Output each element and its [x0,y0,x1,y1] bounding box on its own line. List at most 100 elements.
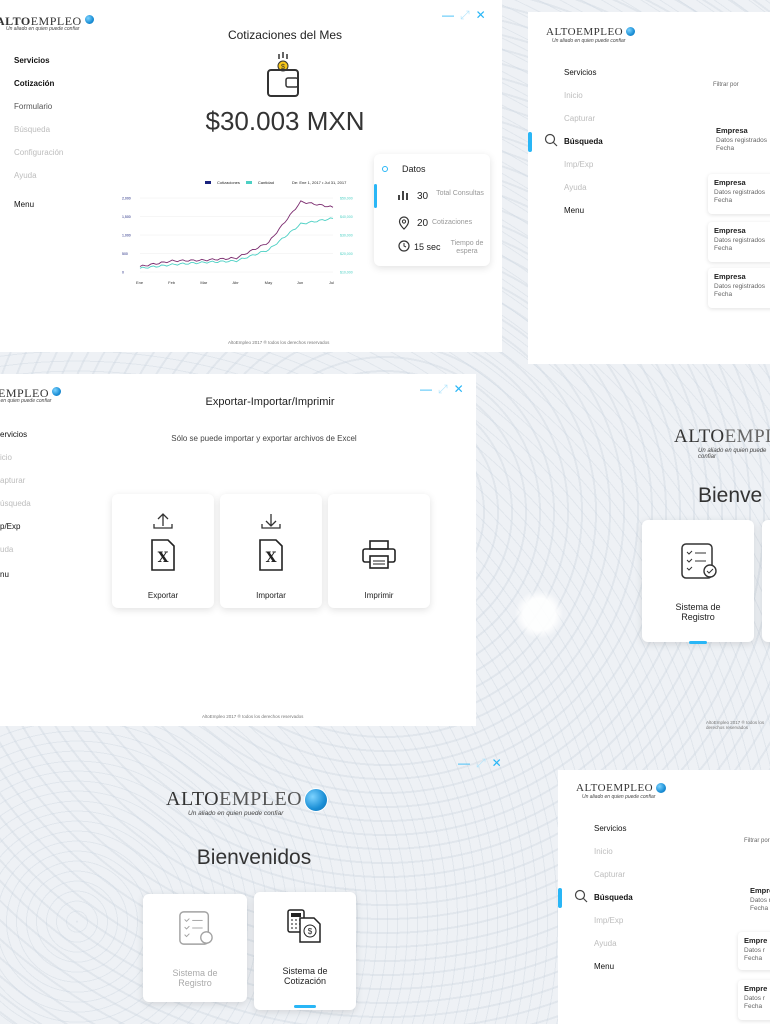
nav-ayuda[interactable]: Ayuda [594,939,633,948]
datos-card: Datos 30 Total Consultas 20 Cotizaciones… [374,154,490,266]
nav-busqueda[interactable]: úsqueda [0,499,31,508]
minimize-button[interactable]: — [420,382,432,397]
y-tick-label: 0 [122,271,124,275]
welcome-title: Bienve [698,484,763,507]
result-card[interactable]: Empresa Datos registrados Fecha [710,122,770,162]
nav-impexp[interactable]: p/Exp [0,522,31,531]
window-controls: — ⤢ ✕ [420,382,464,397]
y-tick-label: 1,500 [122,215,131,219]
print-card[interactable]: Imprimir [328,494,430,608]
nav-capturar[interactable]: apturar [0,476,31,485]
wallet-icon: $ [267,52,299,97]
cotizacion-window: ALTO EMPLEO Un aliado en quien puede conf… [0,0,502,352]
active-indicator [528,132,532,152]
nav-busqueda[interactable]: Búsqueda [594,893,633,902]
sidebar-nav: Servicios Inicio Capturar Búsqueda Imp/E… [564,68,603,229]
cotizacion-card-partial[interactable] [762,520,770,642]
welcome-title: Bienvenidos [196,846,312,869]
nav-ayuda[interactable]: Ayuda [14,171,63,180]
maximize-button[interactable]: ⤢ [438,382,448,397]
checklist-icon [179,911,213,945]
cotizacion-card[interactable]: $ Sistema de Cotización [254,892,356,1010]
calculator-invoice-icon: $ [287,909,321,943]
close-button[interactable]: ✕ [454,382,464,397]
nav-menu[interactable]: Menu [564,206,603,215]
nav-configuracion[interactable]: Configuración [14,148,63,157]
checklist-icon [681,543,717,579]
result-card[interactable]: Empre Datos r Fecha [738,980,770,1020]
line-chart: 2,000 1,500 1,000 500 0 $50,000 $40,000 $30,000… [122,197,353,286]
nav-inicio[interactable]: Inicio [594,847,633,856]
active-indicator [689,641,707,644]
nav-ayuda[interactable]: Ayuda [564,183,603,192]
location-pin-icon [398,216,410,230]
nav-servicios[interactable]: Servicios [564,68,603,77]
nav-busqueda[interactable]: Búsqueda [564,137,603,146]
nav-inicio[interactable]: icio [0,453,31,462]
logo: ALTOEMPLEO [576,782,668,794]
footer: AltoEmpleo 2017 ® todos los derechos res… [228,340,330,345]
info-note: Sólo se puede importar y exportar archiv… [171,434,357,443]
filter-label[interactable]: Filtrar por [713,82,739,88]
active-indicator [558,888,562,908]
registro-card[interactable]: Sistema de Registro [143,894,247,1002]
filter-label[interactable]: Filtrar por [744,838,770,844]
result-card[interactable]: Empre Datos r Fecha [744,882,770,922]
y-tick-label: 500 [122,252,128,256]
x-tick-label: Jul [329,280,334,285]
download-icon [261,514,281,529]
page-title: Exportar-Importar/Imprimir [205,396,335,408]
maximize-button[interactable]: ⤢ [476,756,486,771]
total-amount: $30.003 MXN [205,106,365,136]
close-button[interactable]: ✕ [476,8,486,23]
minimize-button[interactable]: — [458,756,470,771]
nav-menu[interactable]: nu [0,570,31,579]
y-right-tick-label: $20,000 [340,252,353,256]
result-card[interactable]: Empresa Datos registrados Fecha [708,222,770,262]
nav-ayuda[interactable]: uda [0,545,31,554]
clock-icon [398,240,410,252]
page-title: Cotizaciones del Mes [227,28,343,42]
result-card[interactable]: Empresa Datos registrados Fecha [708,268,770,308]
svg-text:X: X [158,550,169,566]
x-tick-label: Jun [297,280,303,285]
nav-cotizacion[interactable]: Cotización [14,79,63,88]
maximize-button[interactable]: ⤢ [460,8,470,23]
nav-servicios[interactable]: Servicios [594,824,633,833]
excel-file-icon: X [259,539,283,571]
nav-servicios[interactable]: Servicios [14,56,63,65]
footer: AltoEmpleo 2017 ® todos los derechos res… [202,714,304,719]
import-card[interactable]: X Importar [220,494,322,608]
nav-impexp[interactable]: Imp/Exp [594,916,633,925]
nav-impexp[interactable]: Imp/Exp [564,160,603,169]
nav-menu[interactable]: Menu [594,962,633,971]
y-tick-label: 2,000 [122,197,131,201]
nav-menu[interactable]: Menu [14,200,63,209]
y-right-tick-label: $30,000 [340,234,353,238]
export-card[interactable]: X Exportar [112,494,214,608]
search-icon [544,133,558,147]
result-card[interactable]: Empre Datos r Fecha [738,932,770,970]
nav-capturar[interactable]: Capturar [564,114,603,123]
logo: ALTOEMPLEO [674,426,770,447]
close-button[interactable]: ✕ [492,756,502,771]
active-indicator [294,1005,316,1008]
svg-text:X: X [266,550,277,566]
nav-inicio[interactable]: Inicio [564,91,603,100]
printer-icon [362,540,396,569]
minimize-button[interactable]: — [442,8,454,23]
export-window: EMPLEO Un aliado en quien puede confiar … [0,374,476,726]
registro-card[interactable]: Sistema de Registro [642,520,754,644]
excel-file-icon: X [151,539,175,571]
busqueda-window: ALTO EMPLEO Un aliado en quien puede conf… [528,12,770,364]
window-controls: — ⤢ ✕ [458,756,502,771]
x-tick-label: Abr [233,280,240,285]
result-card[interactable]: Empresa Datos registrados Fecha [708,174,770,214]
nav-servicios[interactable]: ervicios [0,430,31,439]
nav-capturar[interactable]: Capturar [594,870,633,879]
logo: ALTOEMPLEO [546,26,637,38]
logo: ALTOEMPLEO [166,788,329,812]
busqueda-window-bottom: ALTO EMPLEO Un aliado en quien puede conf… [558,770,770,1024]
welcome-window-right: ALTOEMPLEO Un aliado en quien puede conf… [500,386,770,732]
y-right-tick-label: $40,000 [340,215,353,219]
